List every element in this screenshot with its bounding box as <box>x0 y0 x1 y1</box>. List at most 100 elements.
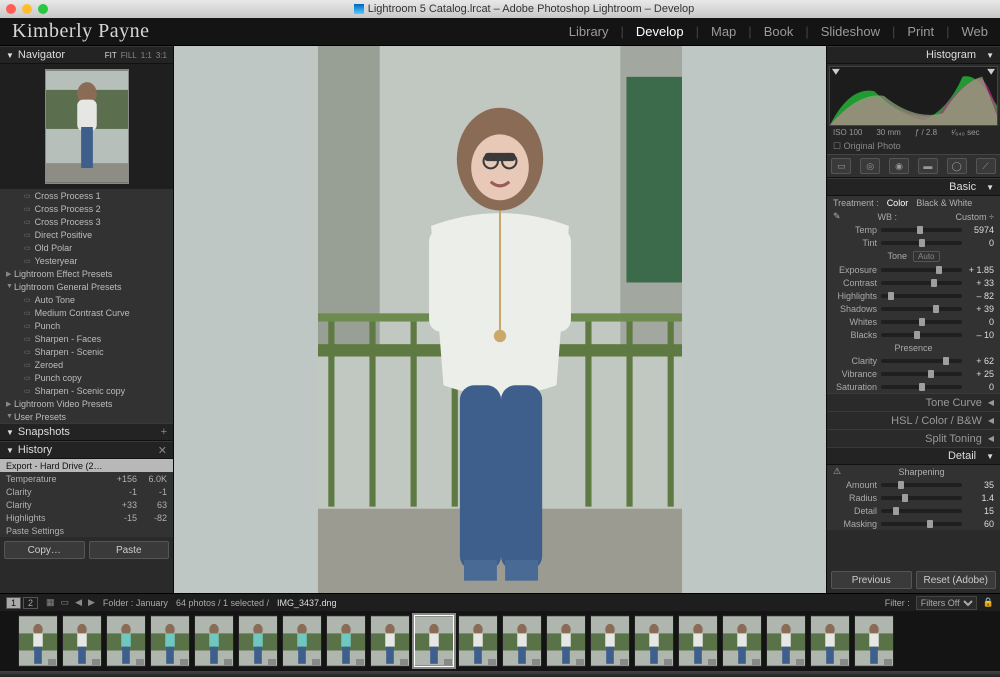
preset-folder[interactable]: ▶Lightroom Effect Presets <box>0 267 173 280</box>
snapshots-header[interactable]: ▼ Snapshots + <box>0 423 173 441</box>
module-print[interactable]: Print <box>907 24 934 39</box>
secondary-display[interactable]: 2 <box>23 597 38 609</box>
detail-header[interactable]: Detail ▼ <box>827 447 1000 465</box>
module-map[interactable]: Map <box>711 24 736 39</box>
history-step[interactable]: Clarity+3363 <box>0 498 173 511</box>
filmstrip-thumbnail[interactable] <box>282 615 322 667</box>
slider-track[interactable] <box>881 241 962 245</box>
grid-view-icon[interactable]: ▦ <box>46 597 55 608</box>
primary-display[interactable]: 1 <box>6 597 21 609</box>
preset-item[interactable]: Medium Contrast Curve <box>0 306 173 319</box>
history-step[interactable]: Highlights-15-82 <box>0 511 173 524</box>
slider-value[interactable]: + 1.85 <box>966 265 994 275</box>
module-web[interactable]: Web <box>962 24 989 39</box>
slider-value[interactable]: + 33 <box>966 278 994 288</box>
preset-item[interactable]: Cross Process 3 <box>0 215 173 228</box>
window-close-button[interactable] <box>6 4 16 14</box>
filmstrip-thumbnail[interactable] <box>634 615 674 667</box>
slider-value[interactable]: + 62 <box>966 356 994 366</box>
slider-track[interactable] <box>881 294 962 298</box>
preset-folder[interactable]: ▼User Presets <box>0 410 173 423</box>
filmstrip-thumbnail[interactable] <box>854 615 894 667</box>
slider-value[interactable]: 0 <box>966 238 994 248</box>
clear-history-icon[interactable]: ✕ <box>158 444 167 457</box>
preset-item[interactable]: Direct Positive <box>0 228 173 241</box>
slider-track[interactable] <box>881 307 962 311</box>
adjustment-brush-tool[interactable]: ⟋ <box>976 158 996 174</box>
panel-split-toning-collapsed[interactable]: Split Toning◀ <box>827 429 1000 447</box>
filmstrip-thumbnail[interactable] <box>810 615 850 667</box>
filmstrip-thumbnail[interactable] <box>678 615 718 667</box>
window-minimize-button[interactable] <box>22 4 32 14</box>
nav-back-icon[interactable]: ◀ <box>75 597 82 608</box>
auto-tone-button[interactable]: Auto <box>913 251 939 262</box>
module-book[interactable]: Book <box>764 24 794 39</box>
slider-value[interactable]: + 39 <box>966 304 994 314</box>
slider-value[interactable]: – 82 <box>966 291 994 301</box>
slider-value[interactable]: 60 <box>966 519 994 529</box>
slider-track[interactable] <box>881 385 962 389</box>
redeye-tool[interactable]: ◉ <box>889 158 909 174</box>
history-step[interactable]: Export - Hard Drive (2016-01-24 2:13… <box>0 459 173 472</box>
slider-track[interactable] <box>881 268 962 272</box>
preset-item[interactable]: Yesteryear <box>0 254 173 267</box>
filmstrip-thumbnail[interactable] <box>150 615 190 667</box>
navigator-preview[interactable] <box>0 64 173 189</box>
histogram-display[interactable] <box>829 66 998 126</box>
preset-item[interactable]: Old Polar <box>0 241 173 254</box>
slider-value[interactable]: 0 <box>966 317 994 327</box>
filter-dropdown[interactable]: Filters Off <box>916 596 977 610</box>
nav-zoom-1-1[interactable]: 1:1 <box>141 51 152 60</box>
module-slideshow[interactable]: Slideshow <box>821 24 880 39</box>
slider-value[interactable]: 1.4 <box>966 493 994 503</box>
filmstrip-thumbnail[interactable] <box>62 615 102 667</box>
wb-dropdown[interactable]: Custom ÷ <box>901 212 994 222</box>
add-snapshot-icon[interactable]: + <box>161 426 167 438</box>
original-photo-toggle[interactable]: Original Photo <box>827 139 1000 154</box>
slider-track[interactable] <box>881 281 962 285</box>
loupe-view-icon[interactable]: ▭ <box>61 597 70 608</box>
histogram-header[interactable]: Histogram ▼ <box>827 46 1000 64</box>
folder-path[interactable]: Folder : January <box>103 598 168 608</box>
reset-button[interactable]: Reset (Adobe) <box>916 571 997 589</box>
history-step[interactable]: Temperature+1566.0K <box>0 472 173 485</box>
slider-track[interactable] <box>881 496 962 500</box>
slider-value[interactable]: 0 <box>966 382 994 392</box>
slider-value[interactable]: – 10 <box>966 330 994 340</box>
slider-track[interactable] <box>881 320 962 324</box>
nav-zoom-fill[interactable]: FILL <box>121 51 137 60</box>
preset-item[interactable]: Punch copy <box>0 371 173 384</box>
preset-item[interactable]: Cross Process 1 <box>0 189 173 202</box>
preset-item[interactable]: Cross Process 2 <box>0 202 173 215</box>
radial-filter-tool[interactable]: ◯ <box>947 158 967 174</box>
filmstrip-resize-handle[interactable] <box>0 671 1000 677</box>
wb-eyedropper-icon[interactable]: ✎ <box>833 211 849 222</box>
filmstrip-thumbnail[interactable] <box>106 615 146 667</box>
module-library[interactable]: Library <box>569 24 609 39</box>
preset-item[interactable]: Sharpen - Scenic copy <box>0 384 173 397</box>
filmstrip-thumbnail[interactable] <box>326 615 366 667</box>
preset-folder[interactable]: ▶Lightroom Video Presets <box>0 397 173 410</box>
filmstrip-thumbnail[interactable] <box>370 615 410 667</box>
filmstrip[interactable] <box>0 611 1000 671</box>
filmstrip-thumbnail[interactable] <box>18 615 58 667</box>
nav-zoom-fit[interactable]: FIT <box>105 51 117 60</box>
copy-button[interactable]: Copy… <box>4 541 85 559</box>
navigator-header[interactable]: ▼ Navigator FITFILL1:13:1 <box>0 46 173 64</box>
basic-header[interactable]: Basic ▼ <box>827 178 1000 196</box>
panel-hsl-color-b-w-collapsed[interactable]: HSL / Color / B&W◀ <box>827 411 1000 429</box>
preset-folder[interactable]: ▼Lightroom General Presets <box>0 280 173 293</box>
filter-lock-icon[interactable]: 🔒 <box>983 597 994 608</box>
filmstrip-thumbnail[interactable] <box>458 615 498 667</box>
slider-track[interactable] <box>881 483 962 487</box>
filmstrip-thumbnail[interactable] <box>590 615 630 667</box>
nav-zoom-3-1[interactable]: 3:1 <box>156 51 167 60</box>
preset-item[interactable]: Zeroed <box>0 358 173 371</box>
slider-value[interactable]: 5974 <box>966 225 994 235</box>
paste-button[interactable]: Paste <box>89 541 170 559</box>
filmstrip-thumbnail[interactable] <box>546 615 586 667</box>
module-develop[interactable]: Develop <box>636 24 684 39</box>
filmstrip-thumbnail[interactable] <box>194 615 234 667</box>
filmstrip-thumbnail[interactable] <box>238 615 278 667</box>
history-step[interactable]: Paste Settings <box>0 524 173 537</box>
